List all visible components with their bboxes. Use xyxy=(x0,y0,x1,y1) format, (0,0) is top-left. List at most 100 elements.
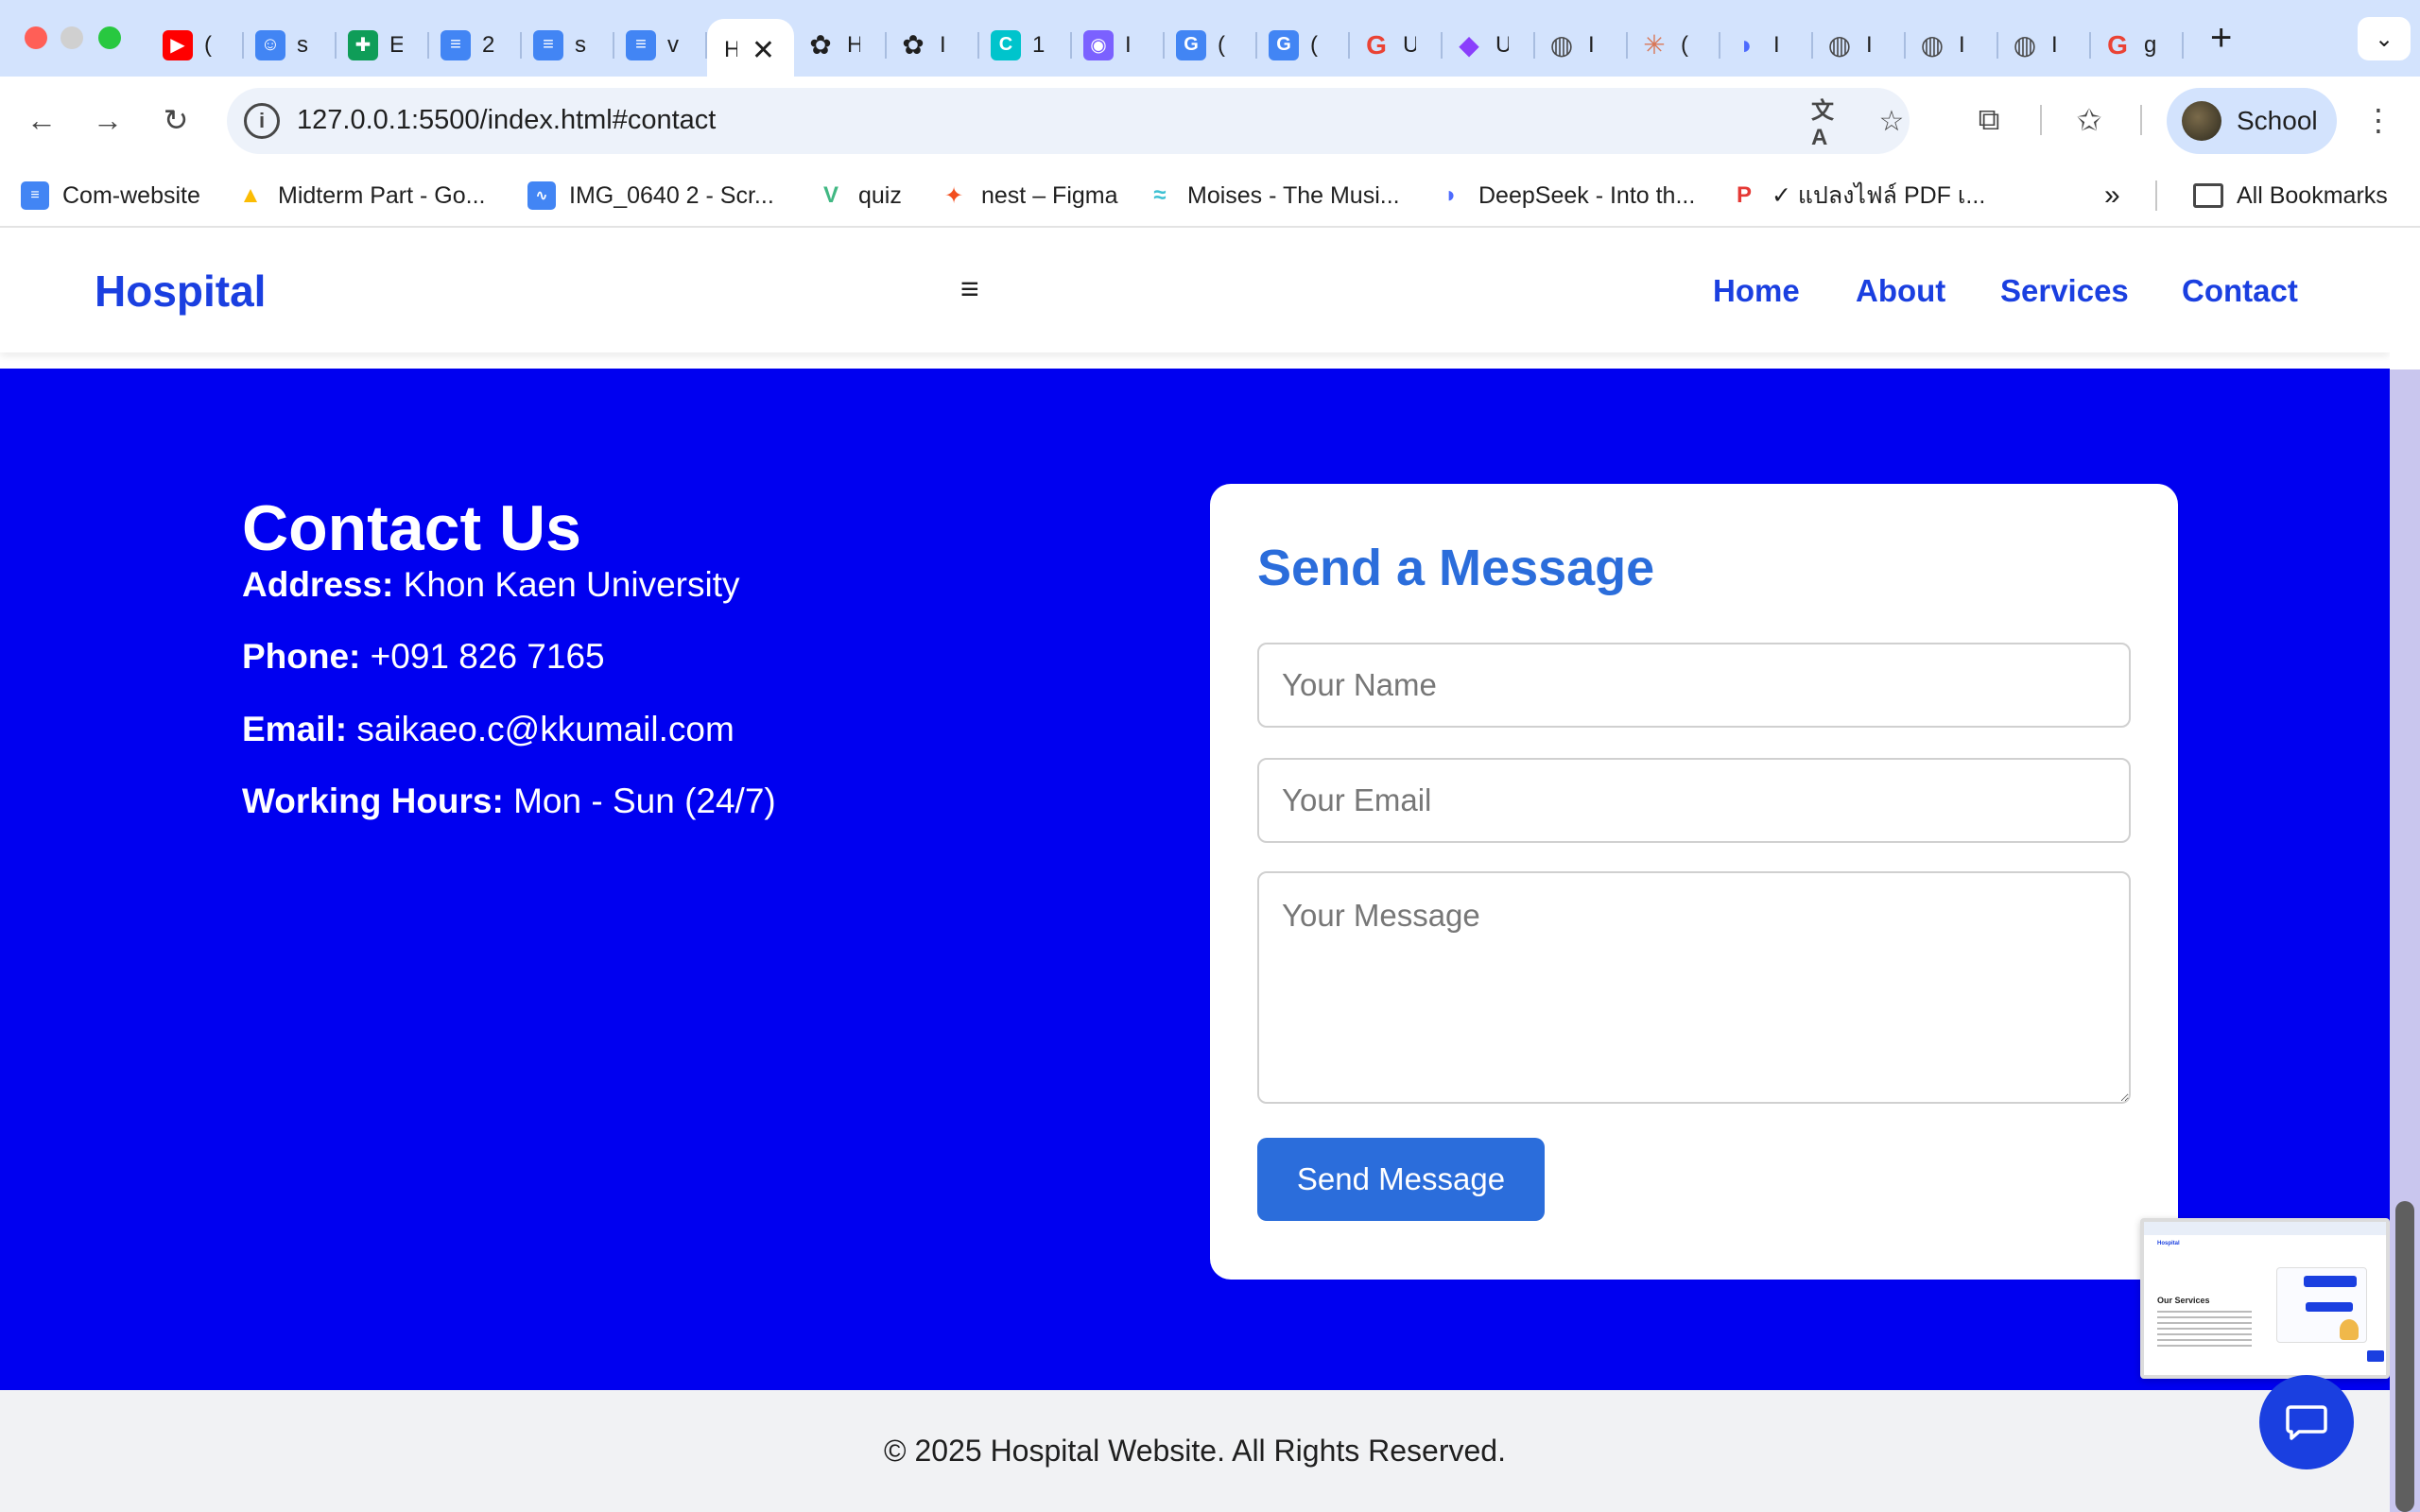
page-viewport: Hospital ≡ Home About Services Contact C… xyxy=(0,230,2390,1512)
bookmark-item[interactable]: ◗ DeepSeek - Into th... xyxy=(1437,177,1696,215)
reading-list-button[interactable]: ✩ xyxy=(2065,95,2114,145)
window-minimize-button[interactable] xyxy=(60,26,83,49)
browser-tab[interactable]: ≡ 2 xyxy=(429,19,522,72)
drive-icon: ▲ xyxy=(239,182,262,208)
bookmarks-overflow-button[interactable]: » xyxy=(2104,177,2120,215)
tab-label: s xyxy=(575,31,586,58)
browser-tab[interactable]: ≡ s xyxy=(522,19,614,72)
browser-tab[interactable]: ◍ I xyxy=(1813,19,1906,72)
docs-icon: ≡ xyxy=(626,29,656,60)
globe-icon: ◍ xyxy=(1920,30,1945,60)
working-hours-label: Working Hours: xyxy=(242,782,504,820)
browser-tab[interactable]: ✳( xyxy=(1628,19,1720,72)
address-bar[interactable]: i 127.0.0.1:5500/index.html#contact 文A ☆ xyxy=(227,88,1910,154)
browser-tab[interactable]: ▶( xyxy=(151,19,244,72)
browser-tab[interactable]: ◍ I xyxy=(1535,19,1628,72)
browser-tab[interactable]: ◆ U xyxy=(1443,19,1535,72)
nav-link-about[interactable]: About xyxy=(1856,273,1945,309)
page-scrollbar[interactable] xyxy=(2390,230,2420,1512)
browser-tab[interactable]: ✿ I xyxy=(887,19,979,72)
claude-icon: ✳ xyxy=(1643,30,1666,60)
back-button[interactable]: ← xyxy=(17,95,66,145)
translate-icon[interactable]: 文A xyxy=(1811,98,1847,150)
tab-label: I xyxy=(1125,31,1132,58)
deepseek-icon: ◗ xyxy=(1443,182,1459,208)
browser-tab[interactable]: ◍ I xyxy=(1906,19,1998,72)
bookmark-item[interactable]: ▲ Midterm Part - Go... xyxy=(236,177,485,215)
site-header: Hospital ≡ Home About Services Contact xyxy=(0,230,2390,352)
globe-icon: ◍ xyxy=(1549,30,1574,60)
window-close-button[interactable] xyxy=(25,26,47,49)
browser-menu-button[interactable]: ⋮ xyxy=(2354,95,2403,145)
browser-tab[interactable]: ☺ s xyxy=(244,19,337,72)
site-logo[interactable]: Hospital xyxy=(95,266,266,317)
preview-bubble xyxy=(2306,1302,2353,1312)
youtube-icon: ▶ xyxy=(163,29,193,60)
tab-label: H xyxy=(724,37,737,62)
reload-button[interactable]: ↻ xyxy=(151,95,200,145)
folder-icon xyxy=(2193,183,2223,208)
sheets-icon: ✚ xyxy=(348,29,378,60)
browser-tab[interactable]: C1 xyxy=(979,19,1072,72)
arrow-left-icon: ← xyxy=(26,102,57,137)
globe-icon: ◍ xyxy=(2013,30,2037,60)
browser-tab[interactable]: ≡ v xyxy=(614,19,707,72)
browser-tab[interactable]: ✿ H xyxy=(794,19,887,72)
new-tab-button[interactable]: + xyxy=(2210,17,2232,60)
browser-tab[interactable]: Gg xyxy=(2091,19,2184,72)
browser-tab[interactable]: ◍ I xyxy=(1998,19,2091,72)
bookmark-item[interactable]: ≡ Com-website xyxy=(21,177,200,215)
extensions-button[interactable]: ⧉ xyxy=(1964,95,2014,145)
nav-link-services[interactable]: Services xyxy=(2000,273,2129,309)
chatgpt-icon: ✿ xyxy=(809,30,832,60)
browser-tab[interactable]: GU xyxy=(1350,19,1443,72)
browser-tab[interactable]: G( xyxy=(1257,19,1350,72)
browser-tab[interactable]: ◗ I xyxy=(1720,19,1813,72)
bookmark-item[interactable]: Vquiz xyxy=(817,177,902,215)
bookmark-label: ✓ แปลงไฟล์ PDF เ... xyxy=(1772,182,1986,209)
site-footer: © 2025 Hospital Website. All Rights Rese… xyxy=(0,1390,2390,1512)
preview-text-lines xyxy=(2157,1311,2252,1347)
bookmark-item[interactable]: ≈ Moises - The Musi... xyxy=(1146,177,1399,215)
profile-button[interactable]: School xyxy=(2167,88,2337,154)
nav-link-contact[interactable]: Contact xyxy=(2182,273,2298,309)
app-icon: ◆ xyxy=(1459,30,1479,60)
bookmarks-bar: » All Bookmarks ≡ Com-website ▲ Midterm Par… xyxy=(0,163,2420,228)
tab-search-button[interactable]: ⌄ xyxy=(2358,17,2411,60)
bookmark-label: IMG_0640 2 - Scr... xyxy=(569,181,774,209)
tab-label: I xyxy=(2051,31,2058,58)
email-input[interactable] xyxy=(1257,758,2131,843)
bookmark-item[interactable]: P ✓ แปลงไฟล์ PDF เ... xyxy=(1730,177,1985,215)
message-textarea[interactable] xyxy=(1257,871,2131,1104)
puzzle-icon: ⧉ xyxy=(1978,102,2000,136)
browser-tab[interactable]: ✚ E xyxy=(337,19,429,72)
nav-link-home[interactable]: Home xyxy=(1713,273,1800,309)
tab-active[interactable]: H ✕ xyxy=(707,18,794,82)
chat-button[interactable] xyxy=(2259,1375,2354,1469)
page-preview-thumbnail[interactable]: Hospital Our Services xyxy=(2140,1218,2390,1379)
bookmark-item[interactable]: ∿ IMG_0640 2 - Scr... xyxy=(527,177,774,215)
send-message-button[interactable]: Send Message xyxy=(1257,1138,1545,1221)
close-tab-icon[interactable]: ✕ xyxy=(752,34,775,67)
url-text[interactable]: 127.0.0.1:5500/index.html#contact xyxy=(297,105,716,136)
bookmark-item[interactable]: ✦ nest – Figma xyxy=(940,177,1118,215)
browser-tab[interactable]: G( xyxy=(1165,19,1257,72)
scrollbar-thumb[interactable] xyxy=(2395,1201,2414,1512)
forward-button[interactable]: → xyxy=(83,95,132,145)
window-zoom-button[interactable] xyxy=(98,26,121,49)
preview-chat-panel xyxy=(2276,1267,2367,1343)
all-bookmarks-label: All Bookmarks xyxy=(2237,181,2388,209)
browser-tab[interactable]: ◉ I xyxy=(1072,19,1165,72)
bookmark-label: quiz xyxy=(858,181,902,209)
all-bookmarks-button[interactable]: All Bookmarks xyxy=(2193,177,2388,215)
name-input[interactable] xyxy=(1257,643,2131,728)
tab-label: v xyxy=(667,31,679,58)
more-vert-icon: ⋮ xyxy=(2363,103,2394,137)
browser-toolbar: ← → ↻ i 127.0.0.1:5500/index.html#contac… xyxy=(0,77,2420,163)
translate-icon: G xyxy=(1269,29,1299,60)
site-info-icon[interactable]: i xyxy=(244,103,280,139)
hamburger-menu-icon[interactable]: ≡ xyxy=(960,271,979,308)
bookmark-star-icon[interactable]: ☆ xyxy=(1874,103,1910,139)
docs-icon: ≡ xyxy=(533,29,563,60)
scrollbar-header-gap xyxy=(2390,230,2420,369)
